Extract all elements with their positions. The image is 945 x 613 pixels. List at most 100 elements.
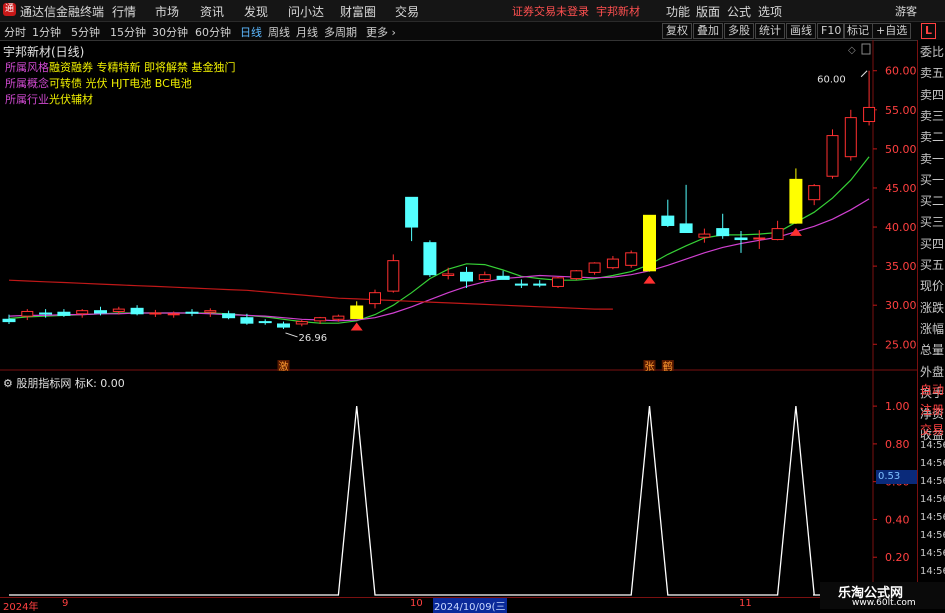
panel-toggle-icon: [861, 43, 871, 55]
menu-market[interactable]: 市场: [155, 3, 179, 20]
annotation-pointer: [860, 70, 868, 78]
adjust-button[interactable]: 复权: [662, 23, 692, 39]
y-tick-label: 0.40: [885, 513, 910, 526]
y-tick-label: 1.00: [885, 400, 910, 413]
event-label: 张: [645, 361, 655, 371]
y-tick-label: 60.00: [885, 65, 917, 78]
tab-more[interactable]: 更多 ›: [366, 24, 396, 40]
menu-function[interactable]: 功能: [666, 3, 690, 20]
multi-stock-button[interactable]: 多股: [724, 23, 754, 39]
menu-discover[interactable]: 发现: [244, 3, 268, 20]
event-label: 激: [279, 360, 289, 371]
tab-monthly[interactable]: 月线: [296, 24, 318, 40]
indicator-title[interactable]: ⚙ 股朋指标网 标K: 0.00: [3, 375, 125, 391]
side-action-label[interactable]: 自动: [920, 381, 944, 398]
industry-tags: 所属行业光伏辅材: [5, 93, 93, 106]
y-tick-label: 50.00: [885, 143, 917, 156]
menu-layout[interactable]: 版面: [696, 3, 720, 20]
candle-body: [753, 237, 766, 240]
quote-field-label: 买二: [920, 194, 945, 209]
tab-60min[interactable]: 60分钟: [195, 24, 231, 40]
candle-body: [2, 318, 16, 323]
annotation-low: 26.96: [299, 333, 328, 344]
menu-bar: 通 通达信金融终端 行情 市场 资讯 发现 问小达 财富圈 交易 证券交易未登录…: [0, 0, 945, 22]
candle-body: [771, 228, 784, 241]
quote-field-label: 卖一: [920, 151, 945, 166]
candle-body: [130, 307, 144, 315]
tab-30min[interactable]: 30分钟: [152, 24, 188, 40]
draw-button[interactable]: 画线: [786, 23, 816, 39]
quote-field-label: 总量: [920, 343, 945, 358]
candle-body: [167, 313, 180, 316]
candle-body: [369, 292, 381, 305]
stats-button[interactable]: 统计: [755, 23, 785, 39]
y-tick-label: 45.00: [885, 182, 917, 195]
candle-body: [277, 323, 290, 328]
stock-name: 宇邦新材: [596, 5, 640, 18]
tab-multi-period[interactable]: 多周期: [324, 24, 357, 40]
signal-candle-body: [350, 305, 364, 319]
app-logo-icon: 通: [3, 3, 16, 16]
candle-body: [844, 117, 857, 158]
candle-body: [606, 258, 619, 269]
quote-field-label: 现价: [920, 279, 945, 294]
guest-label[interactable]: 游客: [895, 3, 917, 19]
watermark-url: www.60lt.com: [852, 598, 916, 608]
candle-body: [552, 277, 564, 287]
candle-body: [258, 321, 272, 324]
concept-tags: 所属概念可转债 光伏 HJT电池 BC电池: [5, 77, 192, 90]
candle-body: [716, 228, 730, 237]
candle-body: [222, 313, 236, 319]
date-label-nov: 11: [739, 598, 752, 609]
candle-body: [496, 275, 510, 280]
quote-field-label: 涨幅: [920, 321, 945, 336]
y-tick-label: 0.20: [885, 551, 910, 564]
candle-body: [698, 233, 711, 238]
menu-news[interactable]: 资讯: [200, 3, 224, 20]
l-button[interactable]: L: [921, 23, 937, 39]
y-tick-label: 25.00: [885, 338, 917, 351]
quote-field-label: 卖二: [920, 130, 945, 145]
tab-15min[interactable]: 15分钟: [110, 24, 146, 40]
quote-field-label: 委比: [920, 45, 945, 59]
f10-button[interactable]: F10: [817, 23, 846, 39]
quote-field-label: 卖三: [920, 108, 945, 123]
side-action-label[interactable]: 注册: [920, 401, 944, 418]
tab-daily[interactable]: 日线: [240, 24, 262, 40]
buy-signal-arrow: [643, 275, 656, 284]
y-tick-label: 35.00: [885, 260, 917, 273]
menu-ask[interactable]: 问小达: [288, 3, 324, 20]
mark-button[interactable]: 标记: [843, 23, 873, 39]
candle-body: [442, 273, 455, 276]
overlay-button[interactable]: 叠加: [693, 23, 723, 39]
tab-5min[interactable]: 5分钟: [71, 24, 100, 40]
candle-body: [314, 317, 327, 322]
menu-trade[interactable]: 交易: [395, 3, 419, 20]
diamond-icon: ◇: [848, 45, 856, 56]
date-label-sep: 9: [62, 598, 69, 609]
candle-body: [588, 262, 601, 273]
date-label-year: 2024年: [3, 602, 39, 613]
quote-panel: 委比 卖五 卖四 卖三 卖二 卖一 买一 买二 买三 买四 买五 现价 涨跌 涨幅 总量 外盘 换手 净资 收益 自动…: [917, 40, 945, 609]
candle-body: [679, 223, 693, 234]
tab-1min[interactable]: 1分钟: [32, 24, 61, 40]
annotation-high: 60.00: [817, 75, 846, 86]
candle-body: [405, 196, 419, 228]
side-action-label[interactable]: 交易: [920, 421, 944, 438]
menu-options[interactable]: 选项: [758, 3, 782, 20]
indicator-chart[interactable]: 1.000.800.600.400.20: [0, 371, 917, 597]
menu-formula[interactable]: 公式: [727, 3, 751, 20]
candle-body: [21, 310, 34, 317]
tab-intraday[interactable]: 分时: [4, 24, 26, 40]
menu-wealth[interactable]: 财富圈: [340, 3, 376, 20]
annotation-pointer: [285, 332, 298, 338]
candle-body: [808, 185, 821, 201]
menu-quotes[interactable]: 行情: [112, 3, 136, 20]
quote-field-label: 买四: [920, 236, 945, 251]
add-watchlist-button[interactable]: +自选: [872, 23, 912, 39]
settings-gear-icon[interactable]: ⚙: [3, 377, 16, 390]
tab-weekly[interactable]: 周线: [268, 24, 290, 40]
login-warning[interactable]: 证券交易未登录 宇邦新材: [512, 3, 640, 19]
candle-body: [570, 270, 583, 280]
indicator-line: [9, 406, 870, 596]
